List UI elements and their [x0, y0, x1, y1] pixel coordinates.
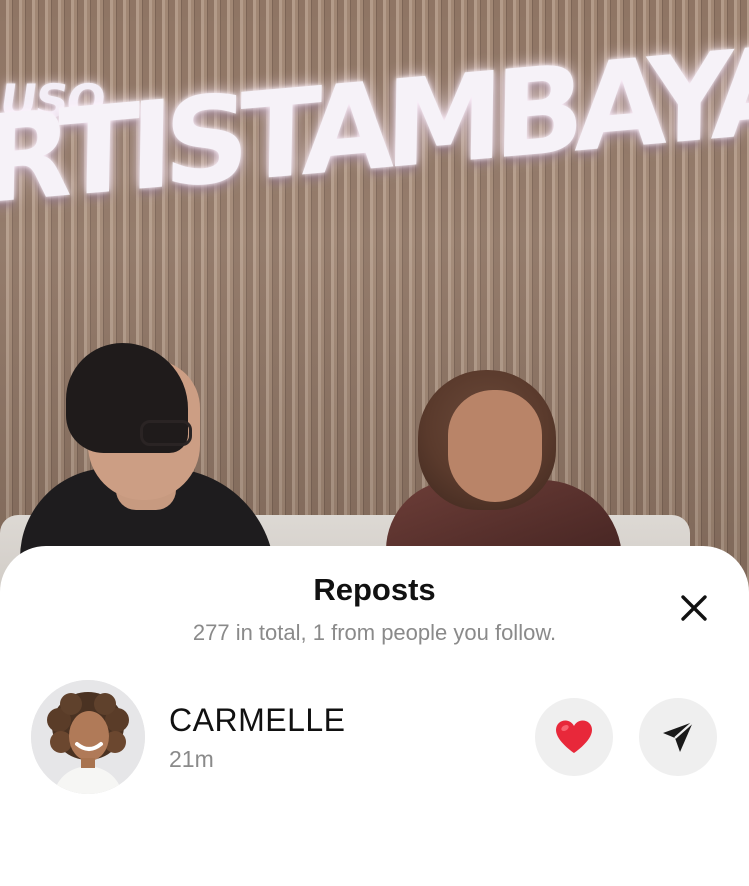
heart-icon [556, 720, 592, 753]
avatar[interactable] [31, 680, 145, 794]
like-button[interactable] [535, 698, 613, 776]
sheet-title: Reposts [313, 572, 436, 607]
person-left-glasses [140, 420, 192, 446]
repost-time: 21m [169, 746, 214, 772]
share-button[interactable] [639, 698, 717, 776]
background-video-frame: USO RTISTAMBAYA [0, 0, 749, 600]
person-right-head [448, 390, 542, 502]
wall-sign: RTISTAMBAYA [0, 20, 749, 232]
reposts-sheet: Reposts 277 in total, 1 from people you … [0, 546, 749, 886]
close-button[interactable] [672, 586, 716, 630]
send-icon [663, 721, 694, 752]
repost-username[interactable]: CARMELLE [169, 702, 346, 739]
close-icon [681, 595, 707, 621]
list-item[interactable]: CARMELLE 21m [0, 676, 749, 800]
avatar-image [31, 680, 145, 794]
sheet-subtitle: 277 in total, 1 from people you follow. [192, 620, 557, 645]
